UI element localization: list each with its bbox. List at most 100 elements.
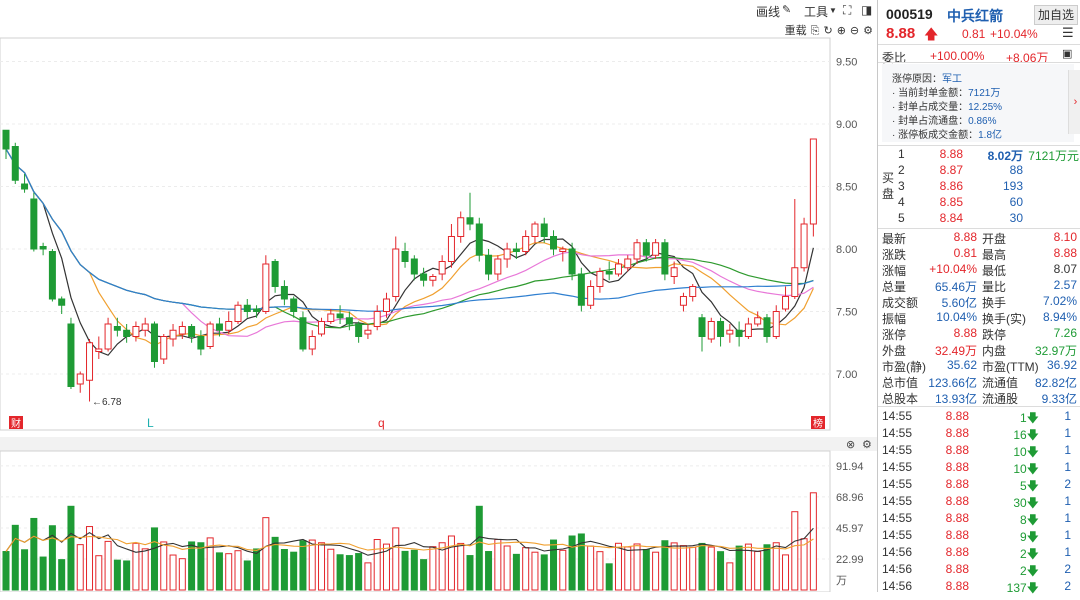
volume-bar [234,550,242,591]
last-price: 8.88 [886,25,916,42]
price-axis-label: 7.00 [836,369,857,381]
price-axis-label: 8.00 [836,244,857,256]
candle [614,263,622,275]
candle [652,242,660,256]
candle [809,138,817,225]
volume-bar [689,546,697,591]
candle [475,223,483,256]
volume-bar [392,527,400,591]
menu-icon[interactable]: ☰ [1062,25,1074,41]
candle [336,313,344,319]
volume-bar [95,555,103,591]
candle [596,271,604,287]
volume-bar [299,540,307,591]
volume-bar [420,559,428,591]
candle [150,323,158,362]
candle [355,323,363,337]
volume-axis-label: 45.97 [836,523,864,535]
stock-code: 000519 [886,6,933,22]
volume-bar [485,551,493,591]
l-marker: L [147,416,154,430]
chart-area[interactable]: 画线 ✎ 工具 ▼ ⛶ ◨ 重载 ⎘ ↻ ⊕ ⊖ ⚙ 9.50 9.00 8.50 8.00 7.… [0,0,877,592]
volume-bar [512,553,520,591]
candle [485,254,493,275]
volume-bar [336,554,344,591]
candle [800,223,808,269]
volume-bar [754,551,762,591]
bang-marker: 榜 [813,417,823,430]
candle [466,217,474,225]
candle [717,321,725,337]
low-price-marker: ←6.78 [92,397,122,408]
volume-bar [550,539,558,591]
gear-icon: ⚙ [862,439,872,451]
stock-name[interactable]: 中兵红箭 [947,6,1003,26]
candle [429,276,437,281]
candle [689,286,697,297]
volume-bar [150,527,158,591]
candle [735,329,743,337]
collapse-tab[interactable]: › [1068,70,1080,134]
volume-bar [280,549,288,591]
volume-bar [58,559,66,591]
volume-bar [596,551,604,591]
candle [605,271,613,275]
candle [178,326,186,335]
volume-bar [642,549,650,591]
candle [587,286,595,306]
candle [197,336,205,350]
price-axis-label: 8.50 [836,182,857,194]
volume-bar [540,554,548,591]
volume-bar [809,492,817,591]
volume-bar [215,552,223,591]
volume-bar [614,542,622,591]
candle [642,242,650,256]
candle [503,248,511,260]
volume-bar [318,542,326,591]
volume-bar [670,542,678,591]
candle [327,313,335,322]
price-change-pct: +10.04% [990,27,1038,41]
tick-row: 14:55 8.88 1🡇 1 [882,409,1071,425]
candle [160,336,168,360]
volume-bar [698,542,706,591]
add-watchlist-button[interactable]: 加自选 [1034,5,1078,25]
candle [670,267,678,277]
volume-bar [782,554,790,591]
candle [280,286,288,300]
volume-bar [123,560,131,591]
volume-bar [735,545,743,591]
volume-bar [410,549,418,591]
tick-row: 14:55 8.88 8🡇 1 [882,511,1071,527]
volume-bar [494,539,502,591]
tick-row: 14:56 8.88 2🡇 1 [882,545,1071,561]
candle [58,298,66,306]
candle [67,323,75,387]
candle [21,183,29,190]
volume-bar [327,548,335,591]
volume-bar [457,542,465,591]
kline-chart[interactable]: 9.50 9.00 8.50 8.00 7.50 7.00 ←6.78 财 Lq 榜 ⊗ ⚙ 91.94… [0,0,877,592]
tick-row: 14:56 8.88 2🡇 2 [882,562,1071,578]
volume-bar [104,540,112,591]
candle [48,251,56,300]
candle [318,321,326,335]
copy-icon[interactable]: ▣ [1062,47,1072,60]
volume-bar [160,541,168,591]
candle [633,242,641,260]
volume-bar [800,538,808,591]
volume-bar [141,548,149,591]
candle [243,304,251,312]
volume-bar [21,549,29,591]
volume-header [0,437,877,451]
tick-row: 14:55 8.88 10🡇 1 [882,443,1071,459]
volume-unit: 万 [836,575,847,587]
tick-row: 14:55 8.88 5🡇 2 [882,477,1071,493]
volume-bar [178,558,186,591]
candle [559,248,567,252]
stat-row: 总市值 123.66亿 流通值 82.82亿 [882,376,1077,390]
volume-bar [364,562,372,591]
tick-row: 14:55 8.88 30🡇 1 [882,494,1071,510]
stat-row: 总股本 13.93亿 流通股 9.33亿 [882,392,1077,406]
cai-marker: 财 [11,417,21,430]
